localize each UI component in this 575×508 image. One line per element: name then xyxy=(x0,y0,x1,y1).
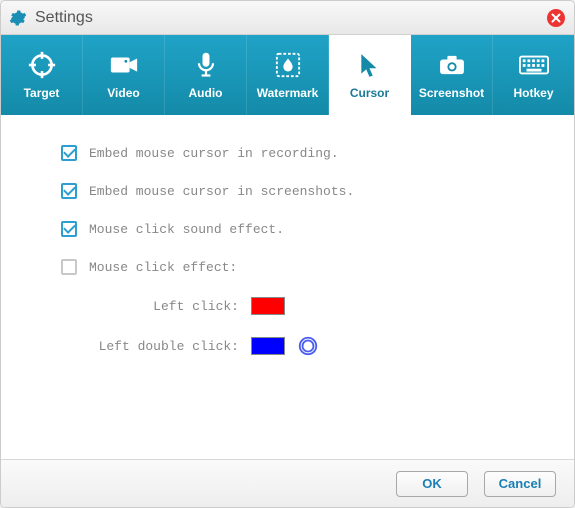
ok-button[interactable]: OK xyxy=(396,471,468,497)
checkbox-click-sound[interactable] xyxy=(61,221,77,237)
watermark-icon xyxy=(272,50,304,80)
tab-screenshot-label: Screenshot xyxy=(419,86,484,100)
cursor-icon xyxy=(354,50,386,80)
label-embed-screenshots: Embed mouse cursor in screenshots. xyxy=(89,184,354,199)
tab-watermark[interactable]: Watermark xyxy=(247,35,329,115)
option-click-effect: Mouse click effect: xyxy=(61,259,554,275)
tab-target[interactable]: Target xyxy=(1,35,83,115)
click-effect-suboptions: Left click: Left double click: xyxy=(81,297,554,357)
tab-cursor[interactable]: Cursor xyxy=(329,35,411,115)
checkbox-click-effect[interactable] xyxy=(61,259,77,275)
target-icon xyxy=(26,50,58,80)
gear-icon xyxy=(9,9,27,27)
cursor-settings-panel: Embed mouse cursor in recording. Embed m… xyxy=(1,115,574,459)
tab-screenshot[interactable]: Screenshot xyxy=(411,35,493,115)
row-left-click: Left click: xyxy=(81,297,554,315)
option-click-sound: Mouse click sound effect. xyxy=(61,221,554,237)
tab-target-label: Target xyxy=(24,86,60,100)
label-left-double-click: Left double click: xyxy=(81,339,251,354)
label-embed-recording: Embed mouse cursor in recording. xyxy=(89,146,339,161)
cancel-button[interactable]: Cancel xyxy=(484,471,556,497)
tab-audio-label: Audio xyxy=(189,86,223,100)
tab-audio[interactable]: Audio xyxy=(165,35,247,115)
window-title: Settings xyxy=(35,9,93,27)
video-icon xyxy=(108,50,140,80)
settings-window: Settings Target xyxy=(0,0,575,508)
tab-hotkey-label: Hotkey xyxy=(513,86,553,100)
tab-watermark-label: Watermark xyxy=(257,86,319,100)
tab-cursor-label: Cursor xyxy=(350,86,389,100)
titlebar: Settings xyxy=(1,1,574,35)
checkbox-embed-recording[interactable] xyxy=(61,145,77,161)
ring-icon xyxy=(297,335,319,357)
tab-video[interactable]: Video xyxy=(83,35,165,115)
swatch-left-click[interactable] xyxy=(251,297,285,315)
checkbox-embed-screenshots[interactable] xyxy=(61,183,77,199)
option-embed-recording: Embed mouse cursor in recording. xyxy=(61,145,554,161)
option-embed-screenshots: Embed mouse cursor in screenshots. xyxy=(61,183,554,199)
hotkey-icon xyxy=(518,50,550,80)
row-left-double-click: Left double click: xyxy=(81,335,554,357)
screenshot-icon xyxy=(436,50,468,80)
close-button[interactable] xyxy=(546,8,566,28)
label-click-effect: Mouse click effect: xyxy=(89,260,237,275)
swatch-left-double-click[interactable] xyxy=(251,337,285,355)
tab-video-label: Video xyxy=(107,86,139,100)
dialog-footer: OK Cancel xyxy=(1,459,574,507)
label-left-click: Left click: xyxy=(81,299,251,314)
label-click-sound: Mouse click sound effect. xyxy=(89,222,284,237)
tab-hotkey[interactable]: Hotkey xyxy=(493,35,574,115)
audio-icon xyxy=(190,50,222,80)
tab-bar: Target Video Audio xyxy=(1,35,574,115)
